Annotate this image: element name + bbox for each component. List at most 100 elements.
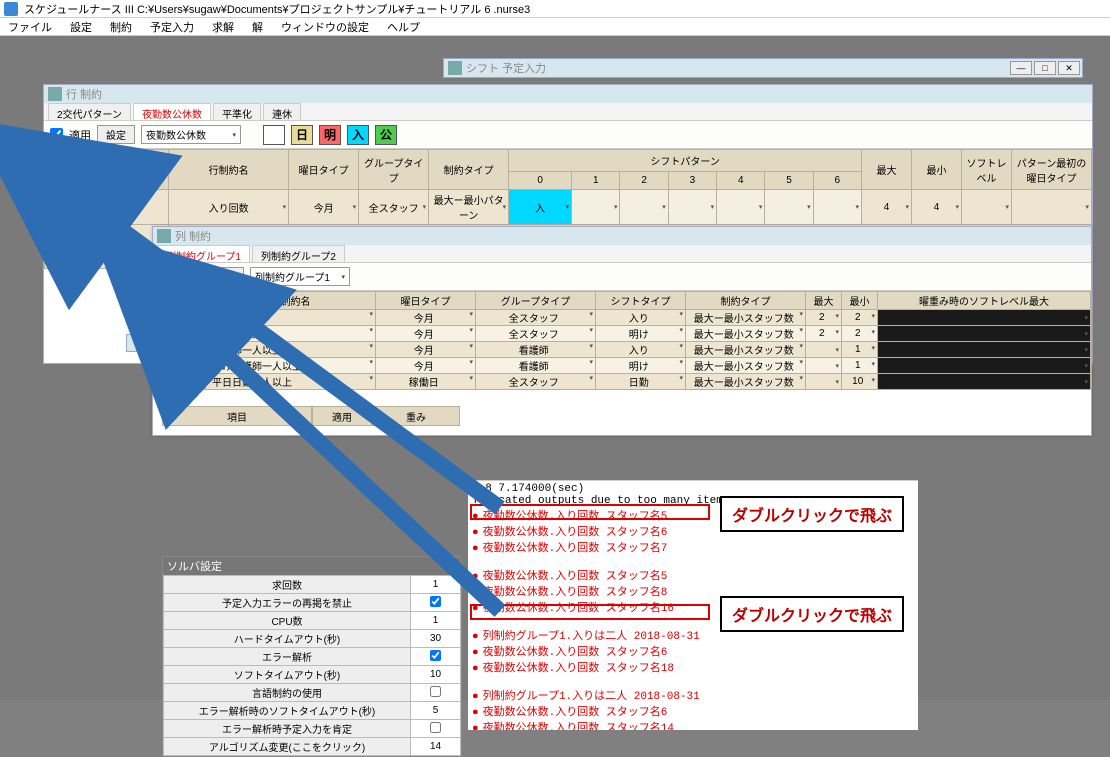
solver-row-6[interactable]: 言語制約の使用 <box>164 684 461 702</box>
solver-row-4[interactable]: エラー解析 <box>164 648 461 666</box>
col-apply[interactable]: 適用 <box>73 150 169 190</box>
col-row-2[interactable]: 2明けは二人今月全スタッフ明け最大ー最小スタッフ数22 <box>154 326 1091 342</box>
solver-row-2[interactable]: CPU数1 <box>164 612 461 630</box>
tab-consecutive[interactable]: 連休 <box>263 103 301 120</box>
row-2-max[interactable]: 4 <box>862 190 912 225</box>
shift-btn-day[interactable]: 日 <box>291 125 313 145</box>
row-2-sp0[interactable]: 入 <box>509 190 572 225</box>
solver-val-0[interactable]: 1 <box>411 576 461 594</box>
row-2-apply[interactable] <box>73 190 169 225</box>
solver-table[interactable]: 求回数1予定入力エラーの再掲を禁止CPU数1ハードタイムアウト(秒)30エラー解… <box>163 575 461 756</box>
tab-leveling[interactable]: 平準化 <box>213 103 261 120</box>
col-row-4-soft[interactable] <box>878 358 1091 374</box>
shift-window[interactable]: シフト 予定入力 — □ ✕ <box>443 58 1083 78</box>
col-row-2-name[interactable]: 明けは二人 <box>206 326 376 342</box>
row-2-sp3[interactable] <box>668 190 716 225</box>
col-row-3-grp[interactable]: 看護師 <box>476 342 596 358</box>
col-max[interactable]: 最大 <box>862 150 912 190</box>
solver-row-7[interactable]: エラー解析時のソフトタイムアウト(秒)5 <box>164 702 461 720</box>
solver-val-1[interactable] <box>411 594 461 612</box>
row-2-ctype[interactable]: 最大ー最小パターン <box>429 190 509 225</box>
console-line-2[interactable]: ●夜勤数公休数.入り回数 スタッフ名7 <box>472 539 914 555</box>
col-group-combo[interactable]: 列制約グループ1 ▾ <box>250 267 350 286</box>
col-row-1[interactable]: 1入りは二人今月全スタッフ入り最大ー最小スタッフ数22 <box>154 310 1091 326</box>
col-row-3[interactable]: 3看護師一人以上今月看護師入り最大ー最小スタッフ数1 <box>154 342 1091 358</box>
col-row-4-name[interactable]: 明け看護師一人以上 <box>206 358 376 374</box>
tab-colgroup1[interactable]: 列制約グループ1 <box>157 245 250 262</box>
row-2-sp4[interactable] <box>717 190 765 225</box>
row-2-group[interactable]: 全スタッフ <box>359 190 429 225</box>
col-row-1-ctype[interactable]: 最大ー最小スタッフ数 <box>686 310 806 326</box>
console-line-14[interactable]: ●夜勤数公休数.入り回数 スタッフ名14 <box>472 719 914 730</box>
col-row-4-day[interactable]: 今月 <box>376 358 476 374</box>
col-row-5-max[interactable] <box>806 374 842 390</box>
lh-col2[interactable]: 適用 <box>312 406 372 426</box>
col-row-4-ctype[interactable]: 最大ー最小スタッフ数 <box>686 358 806 374</box>
col-row-3-no[interactable]: 3 <box>154 342 178 358</box>
shift-btn-mei[interactable]: 明 <box>319 125 341 145</box>
col-row-4[interactable]: 4明け看護師一人以上今月看護師明け最大ー最小スタッフ数1 <box>154 358 1091 374</box>
col-row-5-grp[interactable]: 全スタッフ <box>476 374 596 390</box>
col-row-3-ctype[interactable]: 最大ー最小スタッフ数 <box>686 342 806 358</box>
col-row-4-apply[interactable] <box>178 358 206 374</box>
col-softlevel[interactable]: ソフトレベル <box>962 150 1012 190</box>
col-row-2-ctype[interactable]: 最大ー最小スタッフ数 <box>686 326 806 342</box>
col-row-4-min[interactable]: 1 <box>842 358 878 374</box>
col-row-1-chk[interactable] <box>186 311 197 322</box>
col-row-1-grp[interactable]: 全スタッフ <box>476 310 596 326</box>
console-line-12[interactable]: ●列制約グループ1.入りは二人 2018-08-31 <box>472 687 914 703</box>
solver-settings-panel[interactable]: ソルバ設定 求回数1予定入力エラーの再掲を禁止CPU数1ハードタイムアウト(秒)… <box>162 556 462 757</box>
col-consttype[interactable]: 制約タイプ <box>429 150 509 190</box>
row-2[interactable]: 2 入り回数 今月 全スタッフ 最大ー最小パターン 入 4 4 <box>45 190 1092 225</box>
solver-row-8[interactable]: エラー解析時予定入力を肯定 <box>164 720 461 738</box>
ccol-daytype[interactable]: 曜日タイプ <box>376 292 476 310</box>
solver-row-0[interactable]: 求回数1 <box>164 576 461 594</box>
lh-col3[interactable]: 重み <box>372 406 460 426</box>
col-row-3-name[interactable]: 看護師一人以上 <box>206 342 376 358</box>
row-2-sp2[interactable] <box>620 190 668 225</box>
ccol-shift[interactable]: シフトタイプ <box>596 292 686 310</box>
col-row-2-day[interactable]: 今月 <box>376 326 476 342</box>
col-daytype[interactable]: 曜日タイプ <box>289 150 359 190</box>
console-line-9[interactable]: ●夜勤数公休数.入り回数 スタッフ名6 <box>472 643 914 659</box>
solver-row-5[interactable]: ソフトタイムアウト(秒)10 <box>164 666 461 684</box>
row-2-no[interactable]: 2 <box>45 190 73 225</box>
col-row-2-grp[interactable]: 全スタッフ <box>476 326 596 342</box>
solver-chk-6[interactable] <box>430 686 441 697</box>
col-row-5-min[interactable]: 10 <box>842 374 878 390</box>
menu-window-settings[interactable]: ウィンドウの設定 <box>277 18 373 36</box>
row-3-apply-chk[interactable] <box>115 229 126 240</box>
col-row-5-apply[interactable] <box>178 374 206 390</box>
col-row-4-chk[interactable] <box>186 359 197 370</box>
ccol-name[interactable]: 列制約名 <box>206 292 376 310</box>
console-line-10[interactable]: ●夜勤数公休数.入り回数 スタッフ名18 <box>472 659 914 675</box>
col-row-3-apply[interactable] <box>178 342 206 358</box>
col-sp5[interactable]: 5 <box>765 172 813 190</box>
col-row-1-day[interactable]: 今月 <box>376 310 476 326</box>
solver-val-8[interactable] <box>411 720 461 738</box>
col-grouptype[interactable]: グループタイプ <box>359 150 429 190</box>
solver-chk-1[interactable] <box>430 596 441 607</box>
solver-val-4[interactable] <box>411 648 461 666</box>
console-line-3[interactable] <box>472 555 914 567</box>
row-apply-checkbox[interactable] <box>50 128 63 141</box>
col-window-title-bar[interactable]: 列 制約 <box>153 227 1091 245</box>
col-shiftpattern[interactable]: シフトパターン <box>509 150 862 172</box>
col-min[interactable]: 最小 <box>912 150 962 190</box>
col-row-3-max[interactable] <box>806 342 842 358</box>
col-sp6[interactable]: 6 <box>813 172 861 190</box>
row-2-soft[interactable] <box>962 190 1012 225</box>
col-row-1-shift[interactable]: 入り <box>596 310 686 326</box>
shift-btn-blank[interactable] <box>263 125 285 145</box>
col-row-1-name[interactable]: 入りは二人 <box>206 310 376 326</box>
col-row-1-min[interactable]: 2 <box>842 310 878 326</box>
col-row-5-chk[interactable] <box>186 375 197 386</box>
col-row-5-ctype[interactable]: 最大ー最小スタッフ数 <box>686 374 806 390</box>
col-row-3-day[interactable]: 今月 <box>376 342 476 358</box>
tab-night-holiday[interactable]: 夜勤数公休数 <box>133 103 211 120</box>
col-apply-checkbox[interactable] <box>159 270 172 283</box>
col-no[interactable]: No. <box>45 150 73 190</box>
col-row-2-min[interactable]: 2 <box>842 326 878 342</box>
ccol-soft[interactable]: 曜重み時のソフトレベル最大 <box>878 292 1091 310</box>
col-sp2[interactable]: 2 <box>620 172 668 190</box>
